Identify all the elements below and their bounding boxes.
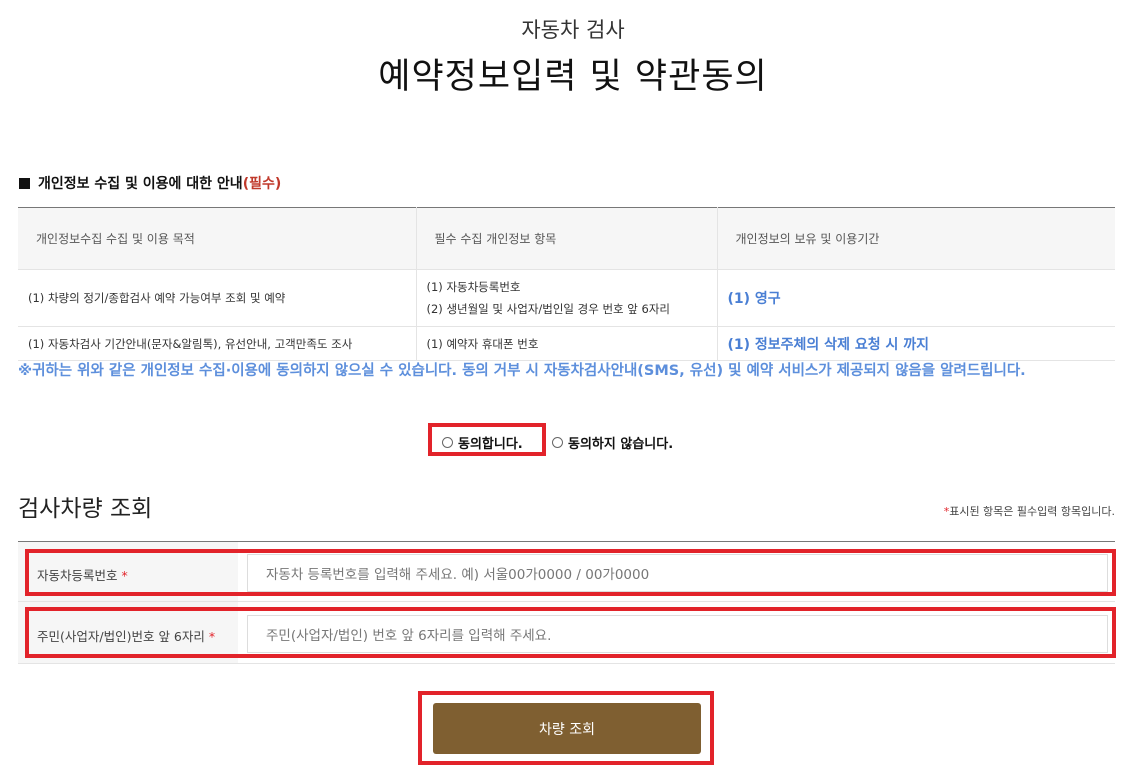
cell-items: (1) 예약자 휴대폰 번호 <box>416 326 718 361</box>
column-header-purpose: 개인정보수집 수집 및 이용 목적 <box>18 207 417 270</box>
cell-purpose: (1) 자동차검사 기간안내(문자&알림톡), 유선안내, 고객만족도 조사 <box>18 326 417 361</box>
page-subtitle: 자동차 검사 <box>521 18 625 42</box>
item-line: (1) 자동차등록번호 <box>426 280 521 294</box>
disagree-radio[interactable] <box>552 437 563 448</box>
vehicle-number-highlight-box <box>25 549 1116 596</box>
privacy-info-table: 개인정보수집 수집 및 이용 목적 필수 수집 개인정보 항목 개인정보의 보유… <box>18 207 1115 361</box>
submit-highlight-box <box>418 691 714 765</box>
cell-purpose: (1) 차량의 정기/종합검사 예약 가능여부 조회 및 예약 <box>18 269 417 327</box>
lookup-section-title: 검사차량 조회 <box>18 496 153 522</box>
item-line: (1) 예약자 휴대폰 번호 <box>426 336 539 351</box>
agree-radio[interactable] <box>442 437 453 448</box>
cell-period: (1) 영구 <box>717 269 1115 327</box>
cell-period: (1) 정보주체의 삭제 요청 시 까지 <box>717 326 1115 361</box>
privacy-notice: ※귀하는 위와 같은 개인정보 수집·이용에 동의하지 않으실 수 있습니다. … <box>18 363 1026 379</box>
square-bullet-icon <box>19 178 30 189</box>
privacy-section-heading: 개인정보 수집 및 이용에 대한 안내(필수) <box>19 173 281 193</box>
table-row: (1) 차량의 정기/종합검사 예약 가능여부 조회 및 예약 (1) 자동차등… <box>18 269 1115 327</box>
agree-label[interactable]: 동의합니다. <box>458 433 523 452</box>
column-header-period: 개인정보의 보유 및 이용기간 <box>717 207 1115 270</box>
item-line: (2) 생년월일 및 사업자/법인일 경우 번호 앞 6자리 <box>426 302 671 316</box>
table-header-row: 개인정보수집 수집 및 이용 목적 필수 수집 개인정보 항목 개인정보의 보유… <box>18 207 1115 270</box>
cell-items: (1) 자동차등록번호 (2) 생년월일 및 사업자/법인일 경우 번호 앞 6… <box>416 269 718 327</box>
disagree-label[interactable]: 동의하지 않습니다. <box>568 433 673 452</box>
privacy-heading-text: 개인정보 수집 및 이용에 대한 안내 <box>38 176 243 192</box>
table-row: (1) 자동차검사 기간안내(문자&알림톡), 유선안내, 고객만족도 조사 (… <box>18 326 1115 361</box>
form-divider-bottom <box>18 663 1115 664</box>
page-title: 예약정보입력 및 약관동의 <box>378 57 768 97</box>
agree-option[interactable]: 동의합니다. <box>442 433 523 452</box>
id-prefix-highlight-box <box>25 607 1116 658</box>
required-note-text: 표시된 항목은 필수입력 항목입니다. <box>949 505 1115 518</box>
required-note: *표시된 항목은 필수입력 항목입니다. <box>944 503 1115 519</box>
column-header-items: 필수 수집 개인정보 항목 <box>416 207 718 270</box>
disagree-option[interactable]: 동의하지 않습니다. <box>552 433 673 452</box>
required-tag: (필수) <box>242 176 282 192</box>
